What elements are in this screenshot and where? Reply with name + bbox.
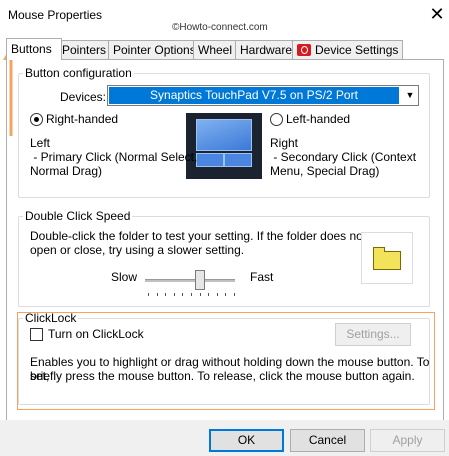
chevron-down-icon[interactable]: ▼ <box>402 86 418 105</box>
slider-tick <box>234 293 235 296</box>
speed-slider-track[interactable] <box>145 279 235 282</box>
right-desc-title: Right <box>270 136 299 150</box>
cancel-button[interactable]: Cancel <box>290 429 365 452</box>
tab-pointer-options[interactable]: Pointer Options <box>108 40 201 59</box>
left-handed-radio[interactable] <box>270 113 283 126</box>
tab-wheel[interactable]: Wheel <box>193 40 238 59</box>
devices-label: Devices: <box>60 90 107 104</box>
touchpad-left-button <box>196 153 224 167</box>
slider-tick <box>216 293 218 296</box>
slider-tick <box>199 293 201 296</box>
right-desc-line1: - Secondary Click (Context <box>270 150 417 164</box>
double-click-text-1: Double-click the folder to test your set… <box>30 229 367 243</box>
slider-tick <box>182 293 184 296</box>
tab-device-settings[interactable]: Device Settings <box>292 40 404 59</box>
left-desc-line2: Normal Drag) <box>30 164 103 178</box>
tab-wheel-label: Wheel <box>198 43 233 57</box>
fast-label: Fast <box>250 270 274 284</box>
close-icon[interactable]: ✕ <box>426 3 448 25</box>
slow-label: Slow <box>111 270 138 284</box>
double-click-legend: Double Click Speed <box>25 209 131 223</box>
right-desc-line2: Menu, Special Drag) <box>270 164 380 178</box>
button-configuration-legend: Button configuration <box>25 66 132 80</box>
tab-buttons-label: Buttons <box>11 42 52 56</box>
tab-hardware[interactable]: Hardware <box>235 40 298 59</box>
synaptics-icon <box>297 44 311 56</box>
slider-tick <box>208 293 210 296</box>
tab-device-settings-label: Device Settings <box>315 43 399 57</box>
devices-select-value: Synaptics TouchPad V7.5 on PS/2 Port <box>109 87 399 104</box>
devices-select[interactable]: Synaptics TouchPad V7.5 on PS/2 Port ▼ <box>107 85 419 106</box>
tab-strip: Buttons Pointers Pointer Options Wheel H… <box>6 38 436 60</box>
slider-tick <box>165 293 167 296</box>
slider-tick <box>173 293 175 296</box>
tab-pointers[interactable]: Pointers <box>57 40 112 59</box>
touchpad-image <box>186 113 262 179</box>
tab-pointers-label: Pointers <box>62 43 107 57</box>
watermark: ©Howto-connect.com <box>172 22 268 33</box>
slider-tick <box>148 293 149 296</box>
right-handed-label[interactable]: Right-handed <box>46 112 118 126</box>
folder-icon <box>373 247 401 270</box>
ok-button[interactable]: OK <box>209 429 284 452</box>
tab-buttons[interactable]: Buttons <box>6 38 62 60</box>
left-desc-title: Left <box>30 136 51 150</box>
speed-slider-thumb[interactable] <box>195 270 205 290</box>
slider-tick <box>225 293 227 296</box>
slider-tick <box>156 293 158 296</box>
highlight-box <box>17 312 435 410</box>
double-click-text-2: open or close, try using a slower settin… <box>30 243 245 257</box>
apply-button[interactable]: Apply <box>370 429 445 452</box>
window-title: Mouse Properties <box>8 8 103 22</box>
left-handed-label[interactable]: Left-handed <box>286 112 350 126</box>
touchpad-surface <box>196 119 252 151</box>
touchpad-right-button <box>224 153 252 167</box>
tab-pointer-options-label: Pointer Options <box>113 43 196 57</box>
slider-tick <box>191 293 192 296</box>
right-handed-radio[interactable] <box>30 113 43 126</box>
left-desc-line1: - Primary Click (Normal Select, <box>30 150 198 164</box>
tab-hardware-label: Hardware <box>240 43 293 57</box>
test-folder[interactable] <box>361 232 413 284</box>
